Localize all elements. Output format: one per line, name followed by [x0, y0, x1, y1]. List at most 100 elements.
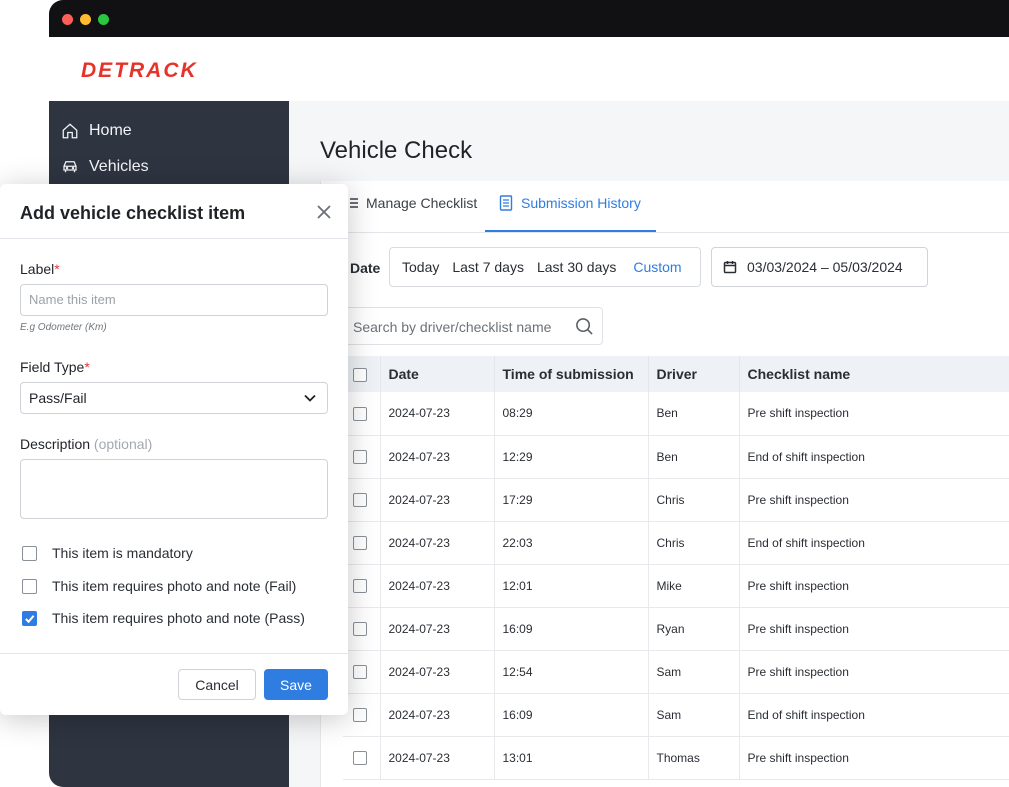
label-input[interactable]: Name this item	[20, 284, 328, 316]
cell-driver: Ryan	[648, 607, 740, 651]
range-option-last-7-days[interactable]: Last 7 days	[452, 259, 524, 275]
cell-driver: Ben	[648, 392, 740, 436]
cell-time: 12:01	[494, 564, 649, 608]
cell-time: 16:09	[494, 693, 649, 737]
date-filter-label: Date	[350, 260, 381, 276]
mandatory-checkbox-row[interactable]: This item is mandatory	[22, 545, 193, 561]
cancel-button[interactable]: Cancel	[178, 669, 256, 700]
window-minimize-dot[interactable]	[80, 14, 91, 25]
row-select-cell	[343, 736, 381, 780]
table-row[interactable]: 2024-07-23 12:29 Ben End of shift inspectio…	[343, 435, 1009, 479]
top-header: DETRACK	[49, 37, 1009, 101]
sidebar-item-home[interactable]: Home	[61, 118, 132, 144]
row-select-cell	[343, 564, 381, 608]
date-range-picker[interactable]: 03/03/2024 – 05/03/2024	[711, 247, 928, 287]
row-checkbox[interactable]	[353, 492, 367, 507]
row-checkbox[interactable]	[353, 707, 367, 722]
checkbox-label: This item requires photo and note (Fail)	[52, 578, 297, 594]
cell-time: 17:29	[494, 478, 649, 522]
cell-checklist-name: Pre shift inspection	[739, 478, 1009, 522]
range-option-today[interactable]: Today	[402, 259, 439, 275]
row-checkbox[interactable]	[353, 578, 367, 593]
tab-bar: Manage Checklist Submission History	[321, 181, 1009, 233]
sidebar-item-vehicles[interactable]: Vehicles	[61, 154, 149, 180]
field-type-value: Pass/Fail	[29, 390, 87, 406]
tab-label: Submission History	[521, 195, 641, 211]
cell-driver: Sam	[648, 693, 740, 737]
tab-manage-checklist[interactable]: Manage Checklist	[348, 195, 477, 211]
description-textarea[interactable]	[20, 459, 328, 519]
photo-note-fail-checkbox-row[interactable]: This item requires photo and note (Fail)	[22, 578, 296, 594]
content-panel: Manage Checklist Submission History Date…	[320, 181, 1009, 787]
label-field-label: Label*	[20, 261, 60, 277]
range-option-last-30-days[interactable]: Last 30 days	[537, 259, 616, 275]
cell-driver: Thomas	[648, 736, 740, 780]
field-type-select[interactable]: Pass/Fail	[20, 382, 328, 414]
row-checkbox[interactable]	[353, 535, 367, 550]
table-row[interactable]: 2024-07-23 17:29 Chris Pre shift inspection	[343, 478, 1009, 522]
col-header-driver[interactable]: Driver	[648, 356, 740, 392]
select-all-cell	[343, 356, 381, 392]
calendar-icon	[723, 261, 737, 274]
table-row[interactable]: 2024-07-23 12:01 Mike Pre shift inspection	[343, 564, 1009, 608]
col-header-checklist[interactable]: Checklist name	[739, 356, 1009, 392]
window-close-dot[interactable]	[62, 14, 73, 25]
row-select-cell	[343, 392, 381, 436]
sidebar-item-label: Vehicles	[89, 158, 149, 175]
table-row[interactable]: 2024-07-23 12:54 Sam Pre shift inspection	[343, 650, 1009, 694]
table-row[interactable]: 2024-07-23 22:03 Chris End of shift inspect…	[343, 521, 1009, 565]
cell-driver: Chris	[648, 478, 740, 522]
table-row[interactable]: 2024-07-23 13:01 Thomas Pre shift inspectio…	[343, 736, 1009, 780]
mandatory-checkbox[interactable]	[22, 545, 37, 561]
range-option-custom[interactable]: Custom	[633, 259, 681, 275]
close-button[interactable]	[316, 204, 332, 220]
tab-label: Manage Checklist	[366, 195, 478, 211]
window-maximize-dot[interactable]	[98, 14, 109, 25]
cell-checklist-name: Pre shift inspection	[739, 650, 1009, 694]
cell-checklist-name: End of shift inspection	[739, 693, 1009, 737]
search-input[interactable]: Search by driver/checklist name	[343, 307, 603, 345]
checkmark-icon	[25, 614, 35, 623]
sidebar-item-label: Home	[89, 122, 132, 139]
add-checklist-item-modal: Add vehicle checklist item Label* Name t…	[0, 184, 348, 715]
cell-date: 2024-07-23	[380, 564, 495, 608]
table-row[interactable]: 2024-07-23 16:09 Sam End of shift inspectio…	[343, 693, 1009, 737]
cell-driver: Chris	[648, 521, 740, 565]
col-header-time[interactable]: Time of submission	[494, 356, 649, 392]
select-all-checkbox[interactable]	[353, 368, 367, 383]
tab-submission-history[interactable]: Submission History	[499, 195, 641, 211]
modal-footer-divider	[0, 653, 348, 654]
row-checkbox[interactable]	[353, 621, 367, 636]
car-icon	[63, 161, 77, 173]
table-row[interactable]: 2024-07-23 16:09 Ryan Pre shift inspection	[343, 607, 1009, 651]
field-type-label: Field Type*	[20, 359, 90, 375]
row-checkbox[interactable]	[353, 406, 367, 421]
photo-note-pass-checkbox[interactable]	[22, 610, 37, 626]
chevron-down-icon	[304, 394, 316, 402]
document-icon	[499, 195, 513, 211]
row-select-cell	[343, 521, 381, 565]
search-icon[interactable]	[575, 317, 594, 336]
cell-date: 2024-07-23	[380, 435, 495, 479]
modal-header-divider	[0, 238, 348, 239]
list-icon	[350, 198, 358, 208]
row-select-cell	[343, 607, 381, 651]
modal-title: Add vehicle checklist item	[20, 203, 246, 223]
home-icon	[62, 123, 78, 139]
detrack-logo[interactable]: DETRACK	[81, 59, 198, 83]
table-header-row: Date Time of submission Driver Checklist…	[343, 356, 1009, 392]
row-checkbox[interactable]	[353, 750, 367, 765]
col-header-date[interactable]: Date	[380, 356, 495, 392]
date-range-segmented-control: Today Last 7 days Last 30 days Custom	[389, 247, 701, 287]
cell-checklist-name: Pre shift inspection	[739, 392, 1009, 436]
photo-note-pass-checkbox-row[interactable]: This item requires photo and note (Pass)	[22, 610, 305, 626]
save-button[interactable]: Save	[264, 669, 328, 700]
cell-checklist-name: Pre shift inspection	[739, 607, 1009, 651]
photo-note-fail-checkbox[interactable]	[22, 578, 37, 594]
cell-date: 2024-07-23	[380, 607, 495, 651]
cell-checklist-name: Pre shift inspection	[739, 564, 1009, 608]
cell-driver: Ben	[648, 435, 740, 479]
row-checkbox[interactable]	[353, 664, 367, 679]
row-checkbox[interactable]	[353, 449, 367, 464]
table-row[interactable]: 2024-07-23 08:29 Ben Pre shift inspection	[343, 392, 1009, 436]
